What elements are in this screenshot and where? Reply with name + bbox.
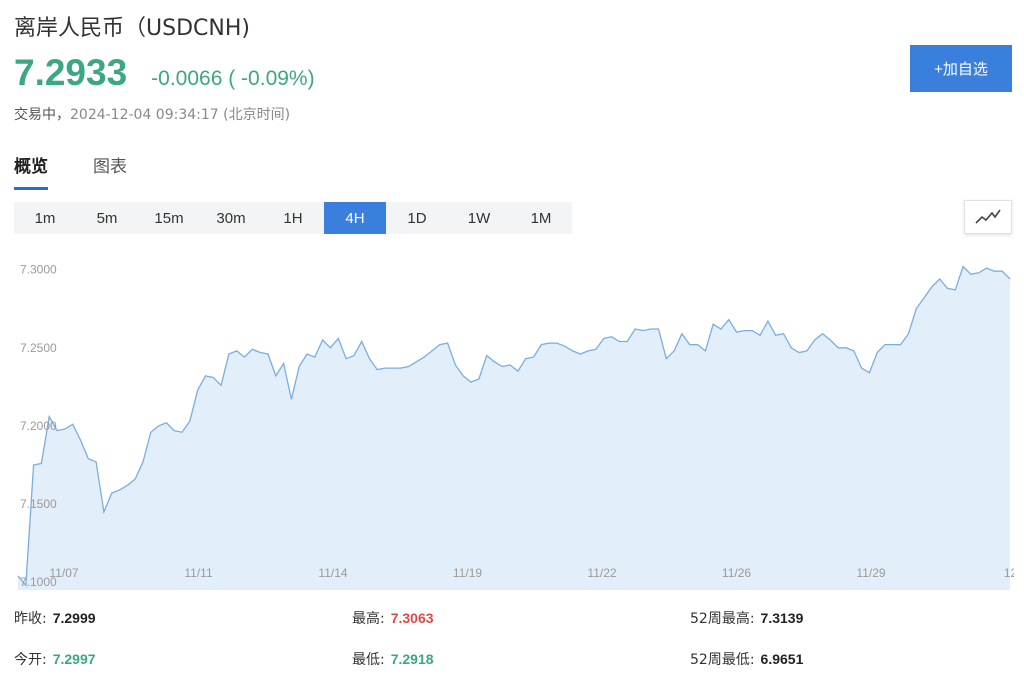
price-row: 7.2933 -0.0066 ( -0.09%)	[14, 52, 315, 94]
stat-value: 7.3139	[760, 610, 804, 626]
stat-high: 最高: 7.3063	[352, 608, 434, 628]
price-chart-svg: 7.10007.15007.20007.25007.3000 11/07 11/1…	[14, 246, 1014, 590]
x-tick-label: 11/19	[453, 566, 482, 580]
stat-52w-low: 52周最低: 6.9651	[690, 649, 803, 669]
period-15m[interactable]: 15m	[138, 202, 200, 234]
y-tick-label: 7.3000	[20, 263, 57, 277]
current-price: 7.2933	[14, 52, 128, 93]
period-5m[interactable]: 5m	[76, 202, 138, 234]
trading-status: 交易中，2024-12-04 09:34:17 (北京时间)	[14, 104, 290, 124]
line-chart-icon	[975, 209, 1001, 224]
x-tick-label: 11/14	[318, 566, 347, 580]
x-tick-label: 12/0	[1004, 566, 1014, 580]
x-tick-label: 11/26	[722, 566, 751, 580]
stat-value: 7.2918	[390, 651, 434, 667]
stat-label: 今开:	[14, 652, 47, 668]
status-label: 交易中，	[14, 107, 70, 123]
period-1m[interactable]: 1m	[14, 202, 76, 234]
period-4h[interactable]: 4H	[324, 202, 386, 234]
add-watchlist-button[interactable]: +加自选	[910, 45, 1012, 92]
stat-label: 最高:	[352, 611, 385, 627]
stat-value: 7.2997	[52, 651, 96, 667]
stat-open: 今开: 7.2997	[14, 649, 96, 669]
stat-value: 7.3063	[390, 610, 434, 626]
status-time: 2024-12-04 09:34:17 (北京时间)	[70, 107, 291, 123]
y-tick-label: 7.1500	[20, 497, 57, 511]
x-tick-label: 11/29	[856, 566, 885, 580]
instrument-title: 离岸人民币（USDCNH)	[14, 16, 250, 41]
period-1d[interactable]: 1D	[386, 202, 448, 234]
stat-label: 52周最高:	[690, 611, 755, 627]
period-1w[interactable]: 1W	[448, 202, 510, 234]
period-selector: 1m 5m 15m 30m 1H 4H 1D 1W 1M	[14, 202, 572, 234]
stat-low: 最低: 7.2918	[352, 649, 434, 669]
chart-type-button[interactable]	[964, 200, 1012, 234]
stat-label: 昨收:	[14, 611, 47, 627]
period-1mo[interactable]: 1M	[510, 202, 572, 234]
stat-52w-high: 52周最高: 7.3139	[690, 608, 803, 628]
tab-chart[interactable]: 图表	[93, 152, 127, 190]
tab-overview[interactable]: 概览	[14, 152, 48, 190]
stat-value: 6.9651	[760, 651, 804, 667]
stat-value: 7.2999	[52, 610, 96, 626]
period-1h[interactable]: 1H	[262, 202, 324, 234]
view-tabs: 概览 图表	[14, 152, 172, 190]
y-tick-label: 7.2500	[20, 341, 57, 355]
period-30m[interactable]: 30m	[200, 202, 262, 234]
stat-prev-close: 昨收: 7.2999	[14, 608, 96, 628]
price-change: -0.0066 ( -0.09%)	[151, 67, 315, 90]
stat-label: 最低:	[352, 652, 385, 668]
x-tick-label: 11/11	[184, 566, 213, 580]
stat-label: 52周最低:	[690, 652, 755, 668]
x-tick-label: 11/22	[587, 566, 616, 580]
price-chart[interactable]: 7.1000 7.1500 7.2000 7.2500 7.3000 11/07 11/1…	[14, 246, 1014, 590]
x-tick-label: 11/07	[49, 566, 78, 580]
y-tick-label: 7.2000	[20, 419, 57, 433]
